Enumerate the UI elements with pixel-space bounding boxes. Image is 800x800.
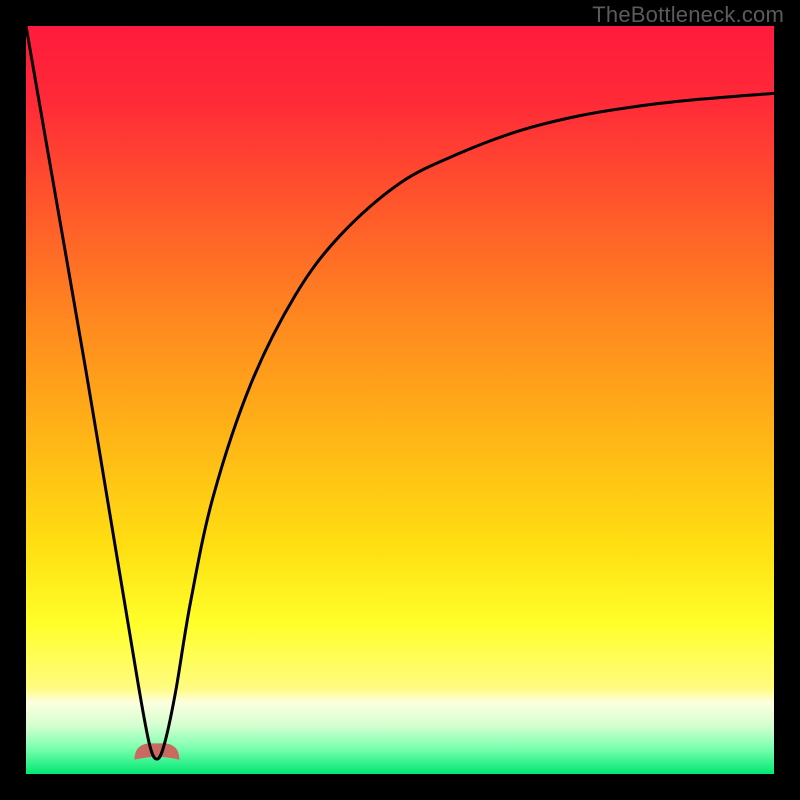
- watermark-text: TheBottleneck.com: [592, 2, 784, 28]
- chart-plot: [26, 26, 774, 774]
- gradient-background: [26, 26, 774, 774]
- chart-frame: TheBottleneck.com: [0, 0, 800, 800]
